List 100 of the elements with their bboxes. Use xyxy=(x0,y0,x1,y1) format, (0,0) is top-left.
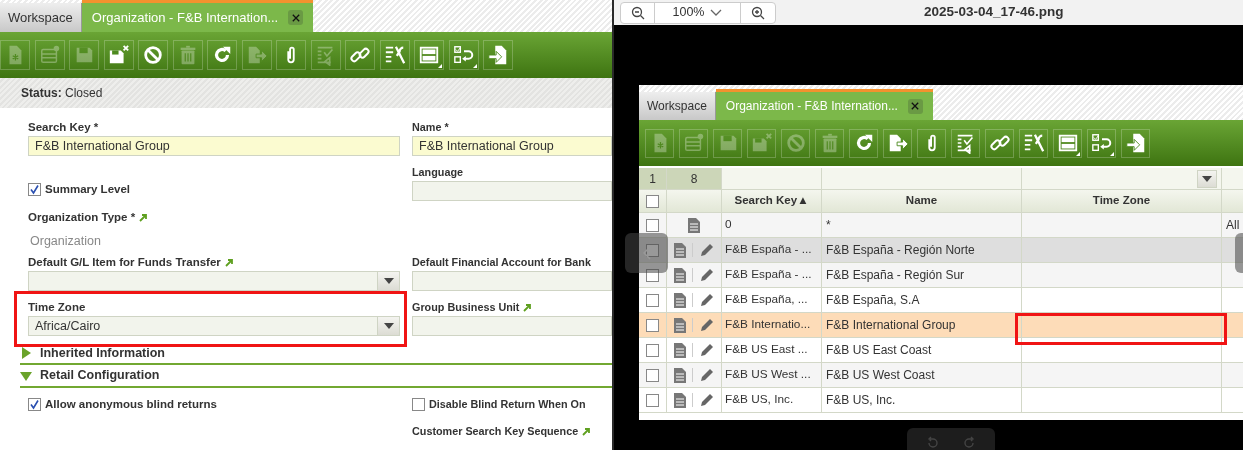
input-field[interactable]: F&B International Group xyxy=(28,136,400,156)
checkbox[interactable] xyxy=(646,343,659,357)
toolbar-button[interactable] xyxy=(951,128,980,158)
table-cell: F&B US West ... xyxy=(722,363,822,387)
toolbar-button[interactable] xyxy=(379,40,410,70)
triangle-icon xyxy=(20,369,32,382)
checkbox[interactable] xyxy=(412,397,425,411)
checkbox[interactable] xyxy=(646,243,659,257)
table-cell: * xyxy=(822,213,1022,237)
tab[interactable]: Workspace xyxy=(639,92,716,120)
field-label: Name * xyxy=(412,120,449,134)
toolbar-button[interactable] xyxy=(985,128,1014,158)
pencil-icon[interactable] xyxy=(698,292,715,308)
link-arrow-icon[interactable] xyxy=(224,257,233,267)
toolbar-button[interactable] xyxy=(1053,128,1082,158)
pencil-icon[interactable] xyxy=(698,342,715,358)
toolbar-button[interactable] xyxy=(138,40,168,70)
document-icon[interactable] xyxy=(673,242,686,258)
section-header[interactable]: Retail Configuration xyxy=(20,363,612,388)
table-row[interactable]: F&B Internatio... F&B International Group xyxy=(639,313,1243,338)
input-field[interactable] xyxy=(412,271,612,291)
status-text: Status: Closed xyxy=(21,85,103,102)
toolbar-button[interactable] xyxy=(849,128,878,158)
link-arrow-icon[interactable] xyxy=(582,426,591,436)
document-icon[interactable] xyxy=(673,342,686,358)
document-icon[interactable] xyxy=(673,367,686,383)
column-header[interactable]: Name xyxy=(822,190,1022,212)
tab[interactable]: Workspace xyxy=(0,3,82,32)
checkbox[interactable] xyxy=(646,194,659,208)
pencil-icon[interactable] xyxy=(698,392,715,408)
dropdown-button[interactable] xyxy=(377,272,399,290)
toolbar-button[interactable] xyxy=(883,128,912,158)
toolbar-button[interactable] xyxy=(414,40,444,70)
table-row[interactable]: F&B España - ... F&B España - Región Sur xyxy=(639,263,1243,288)
table-row[interactable]: F&B US West ... F&B US West Coast xyxy=(639,363,1243,388)
section-header[interactable]: Inherited Information xyxy=(20,343,612,363)
close-button[interactable] xyxy=(907,98,923,114)
document-icon[interactable] xyxy=(673,292,686,308)
checkbox[interactable] xyxy=(28,183,41,197)
toolbar-button[interactable] xyxy=(345,40,375,70)
checkbox[interactable] xyxy=(646,268,659,282)
pencil-icon[interactable] xyxy=(698,267,715,283)
toolbar-button[interactable] xyxy=(1019,128,1048,158)
link-arrow-icon[interactable] xyxy=(523,302,532,312)
document-icon[interactable] xyxy=(673,392,686,408)
close-button[interactable] xyxy=(288,10,304,25)
table-row[interactable]: F&B US, Inc. F&B US, Inc. xyxy=(639,388,1243,413)
input-field[interactable] xyxy=(412,316,612,336)
cancel-icon xyxy=(142,44,164,66)
checkbox[interactable] xyxy=(646,218,659,232)
input-field[interactable] xyxy=(412,181,612,201)
toolbar-button[interactable] xyxy=(1087,128,1116,158)
table-row[interactable]: F&B España - ... F&B España - Región Norte xyxy=(639,238,1243,263)
pencil-icon[interactable] xyxy=(698,317,715,333)
field-label: Time Zone xyxy=(28,300,86,314)
checkbox[interactable] xyxy=(646,393,659,407)
document-icon[interactable] xyxy=(673,317,686,333)
checkbox[interactable] xyxy=(646,318,659,332)
floppy-close-icon xyxy=(107,44,130,66)
toolbar-button[interactable] xyxy=(917,128,946,158)
chevron-left-icon xyxy=(642,246,651,260)
previous-button[interactable] xyxy=(625,233,668,273)
field-label: Group Business Unit xyxy=(412,300,520,314)
link-arrow-icon[interactable] xyxy=(139,212,148,222)
toolbar-button[interactable] xyxy=(448,40,479,70)
form-icon xyxy=(38,44,61,66)
toolbar-button[interactable] xyxy=(103,40,134,70)
cancel-icon xyxy=(784,132,807,154)
checkbox[interactable] xyxy=(28,398,41,412)
zoom-in-icon xyxy=(751,5,765,20)
table-row[interactable]: F&B US East ... F&B US East Coast xyxy=(639,338,1243,363)
column-header[interactable]: Time Zone xyxy=(1022,190,1222,212)
document-icon[interactable] xyxy=(688,217,700,233)
field-label: Language xyxy=(412,165,463,179)
table-cell: 1 xyxy=(639,168,667,189)
toolbar-button[interactable] xyxy=(207,40,237,70)
input-field[interactable]: F&B International Group xyxy=(412,136,612,156)
table-cell: F&B España, ... xyxy=(722,288,822,312)
import-icon xyxy=(487,44,509,66)
caret-icon xyxy=(383,278,394,284)
pencil-icon[interactable] xyxy=(698,367,715,383)
combo-field[interactable] xyxy=(28,271,400,291)
document-icon[interactable] xyxy=(673,267,686,283)
toolbar-button[interactable] xyxy=(1121,128,1150,158)
toolbar-button[interactable] xyxy=(276,40,306,70)
field-label: Disable Blind Return When On xyxy=(429,397,586,412)
field-label: Summary Level xyxy=(45,182,130,197)
pencil-icon[interactable] xyxy=(698,242,715,258)
toolbar-button[interactable] xyxy=(483,40,513,70)
dropdown-button[interactable] xyxy=(1197,169,1217,188)
column-header[interactable]: Search Key▲ xyxy=(722,190,822,212)
layout-icon xyxy=(418,44,440,66)
dropdown-button[interactable] xyxy=(377,317,399,335)
table-row[interactable]: F&B España, ... F&B España, S.A xyxy=(639,288,1243,313)
combo-field[interactable]: Africa/Cairo xyxy=(28,316,400,336)
checkbox[interactable] xyxy=(646,293,659,307)
table-cell: F&B US, Inc. xyxy=(722,388,822,412)
table-row[interactable]: 0 * All xyxy=(639,213,1243,238)
checkbox[interactable] xyxy=(646,368,659,382)
table-cell: F&B España - ... xyxy=(722,263,822,287)
